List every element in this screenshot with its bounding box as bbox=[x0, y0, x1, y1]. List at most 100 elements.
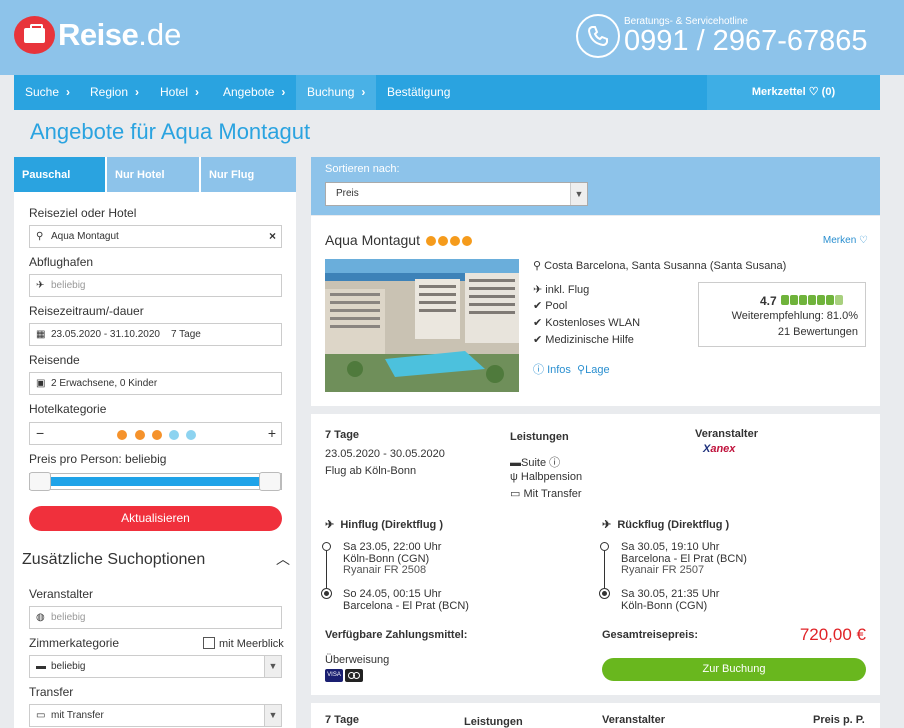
timeline-dot bbox=[322, 589, 331, 598]
feature-label: Medizinische Hilfe bbox=[545, 334, 634, 346]
chevron-down-icon[interactable]: ▼ bbox=[570, 183, 587, 205]
chevron-down-icon[interactable]: ▼ bbox=[264, 656, 281, 677]
star-dot-filled[interactable] bbox=[117, 430, 127, 440]
feature-label: inkl. Flug bbox=[545, 284, 590, 296]
price-slider[interactable] bbox=[29, 472, 282, 491]
chevron-up-icon[interactable]: ︿ bbox=[276, 549, 290, 569]
zahlung-title: Verfügbare Zahlungsmittel: bbox=[325, 629, 468, 641]
map-pin-icon: ⚲ bbox=[533, 260, 542, 272]
progress-nav: Suche › Region › Hotel › Angebote › Buchung ›… bbox=[14, 75, 880, 110]
bed-icon: ▬ bbox=[36, 661, 46, 672]
hotel-photo[interactable] bbox=[325, 259, 519, 392]
meerblick-label[interactable]: mit Meerblick bbox=[219, 638, 284, 650]
leistung-label: Mit Transfer bbox=[523, 488, 582, 500]
timeline-line bbox=[604, 551, 605, 589]
star-dot-filled[interactable] bbox=[152, 430, 162, 440]
sort-select[interactable]: Preis ▼ bbox=[325, 182, 588, 206]
bus-icon: ▭ bbox=[510, 488, 521, 500]
nav-item-suche[interactable]: Suche › bbox=[25, 75, 70, 110]
meerblick-checkbox[interactable] bbox=[203, 637, 215, 649]
merken-link[interactable]: Merken ♡ bbox=[823, 235, 868, 246]
star-dot-filled[interactable] bbox=[135, 430, 145, 440]
infos-link[interactable]: Infos bbox=[547, 364, 571, 376]
star-dot-empty[interactable] bbox=[186, 430, 196, 440]
star-icon bbox=[425, 236, 436, 247]
chevron-right-icon: › bbox=[281, 85, 286, 99]
slider-fill bbox=[42, 477, 269, 486]
info-icon: ⓘ bbox=[533, 364, 544, 376]
reisende-input[interactable]: ▣ 2 Erwachsene, 0 Kinder bbox=[29, 372, 282, 395]
nav-item-bestaetigung[interactable]: Bestätigung bbox=[387, 75, 450, 110]
visa-icon: VISA bbox=[325, 669, 343, 682]
offer-dates: 23.05.2020 - 30.05.2020 bbox=[325, 448, 445, 460]
anex-logo-text: anex bbox=[710, 443, 736, 455]
nav-item-region[interactable]: Region › bbox=[90, 75, 139, 110]
slider-handle-max[interactable] bbox=[259, 472, 281, 491]
rueckflug-label: Rückflug (Direktflug ) bbox=[617, 519, 730, 531]
zimmer-label: Zimmerkategorie bbox=[29, 636, 120, 650]
zeitraum-input[interactable]: ▦ 23.05.2020 - 31.10.2020 7 Tage bbox=[29, 323, 282, 346]
lage-link[interactable]: Lage bbox=[585, 364, 609, 376]
hotel-name[interactable]: Aqua Montagut bbox=[325, 232, 472, 248]
plus-icon[interactable]: + bbox=[268, 425, 276, 441]
bed-icon: ▬ bbox=[510, 457, 521, 469]
merkzettel-button[interactable]: Merkzettel ♡ (0) bbox=[707, 75, 880, 110]
leistung-label: Suite bbox=[521, 457, 547, 469]
feature-pool: ✔ Pool bbox=[533, 299, 567, 312]
slider-handle-min[interactable] bbox=[29, 472, 51, 491]
sort-label: Sortieren nach: bbox=[325, 163, 400, 175]
more-options-title[interactable]: Zusätzliche Suchoptionen bbox=[22, 551, 205, 569]
hotel-category-selector[interactable]: − + bbox=[29, 422, 282, 445]
abflughafen-input[interactable]: ✈ beliebig bbox=[29, 274, 282, 297]
check-icon: ✔ bbox=[533, 317, 543, 329]
offer2-veranstalter: Veranstalter bbox=[602, 714, 665, 726]
leistung-suite: ▬Suite ⓘ bbox=[510, 454, 560, 470]
brand-name: Reise bbox=[58, 17, 139, 52]
plane-icon: ✈ bbox=[602, 519, 612, 531]
sort-bar: Sortieren nach: Preis ▼ bbox=[311, 157, 880, 215]
chevron-right-icon: › bbox=[135, 85, 140, 99]
thumb-icon bbox=[817, 295, 825, 305]
minus-icon[interactable]: − bbox=[36, 425, 44, 441]
veranstalter-input[interactable]: ◍ beliebig bbox=[29, 606, 282, 629]
nav-item-hotel[interactable]: Hotel › bbox=[160, 75, 199, 110]
rating-box[interactable]: 4.7 Weiterempfehlung: 81.0% 21 Bewertung… bbox=[698, 282, 866, 347]
plane-icon: ✈ bbox=[36, 280, 45, 291]
info-icon[interactable]: ⓘ bbox=[549, 457, 560, 469]
reiseziel-input[interactable]: ⚲ Aqua Montagut × bbox=[29, 225, 282, 248]
suitcase-icon bbox=[14, 16, 55, 54]
star-icon bbox=[461, 236, 472, 247]
nav-label: Bestätigung bbox=[387, 85, 451, 99]
rue-dep-time: Sa 30.05, 19:10 Uhr bbox=[621, 541, 720, 553]
zimmer-select[interactable]: ▬ beliebig ▼ bbox=[29, 655, 282, 678]
timeline-dot bbox=[322, 542, 331, 551]
nav-item-angebote[interactable]: Angebote › bbox=[223, 75, 285, 110]
search-sidebar: Pauschal Nur Hotel Nur Flug Reiseziel od… bbox=[14, 157, 296, 728]
zeitraum-label: Reisezeitraum/-dauer bbox=[29, 304, 144, 318]
clear-icon[interactable]: × bbox=[269, 226, 276, 247]
location-text: Costa Barcelona, Santa Susanna (Santa Su… bbox=[544, 260, 787, 272]
nav-item-buchung[interactable]: Buchung › bbox=[296, 75, 377, 110]
thumb-icon bbox=[808, 295, 816, 305]
star-icon bbox=[449, 236, 460, 247]
hotel-location: ⚲ Costa Barcelona, Santa Susanna (Santa … bbox=[533, 259, 786, 272]
star-dot-empty[interactable] bbox=[169, 430, 179, 440]
reisende-label: Reisende bbox=[29, 353, 80, 367]
chevron-down-icon[interactable]: ▼ bbox=[264, 705, 281, 726]
site-logo[interactable]: Reise .de bbox=[14, 15, 181, 55]
nav-label: Buchung bbox=[307, 85, 355, 99]
transfer-select[interactable]: ▭ mit Transfer ▼ bbox=[29, 704, 282, 727]
plane-icon: ✈ bbox=[325, 519, 335, 531]
hotline-number[interactable]: 0991 / 2967-67865 bbox=[624, 25, 868, 58]
anex-tour-logo: Xanex bbox=[703, 443, 736, 455]
book-button[interactable]: Zur Buchung bbox=[602, 658, 866, 681]
thumb-icon bbox=[826, 295, 834, 305]
nav-label: Suche bbox=[25, 85, 60, 99]
tab-pauschal[interactable]: Pauschal bbox=[14, 157, 107, 192]
person-icon: ▣ bbox=[36, 378, 46, 389]
check-icon: ✔ bbox=[533, 300, 543, 312]
update-button[interactable]: Aktualisieren bbox=[29, 506, 282, 531]
tab-nur-hotel[interactable]: Nur Hotel bbox=[107, 157, 201, 192]
tab-nur-flug[interactable]: Nur Flug bbox=[201, 157, 296, 192]
review-count: 21 Bewertungen bbox=[777, 326, 858, 338]
